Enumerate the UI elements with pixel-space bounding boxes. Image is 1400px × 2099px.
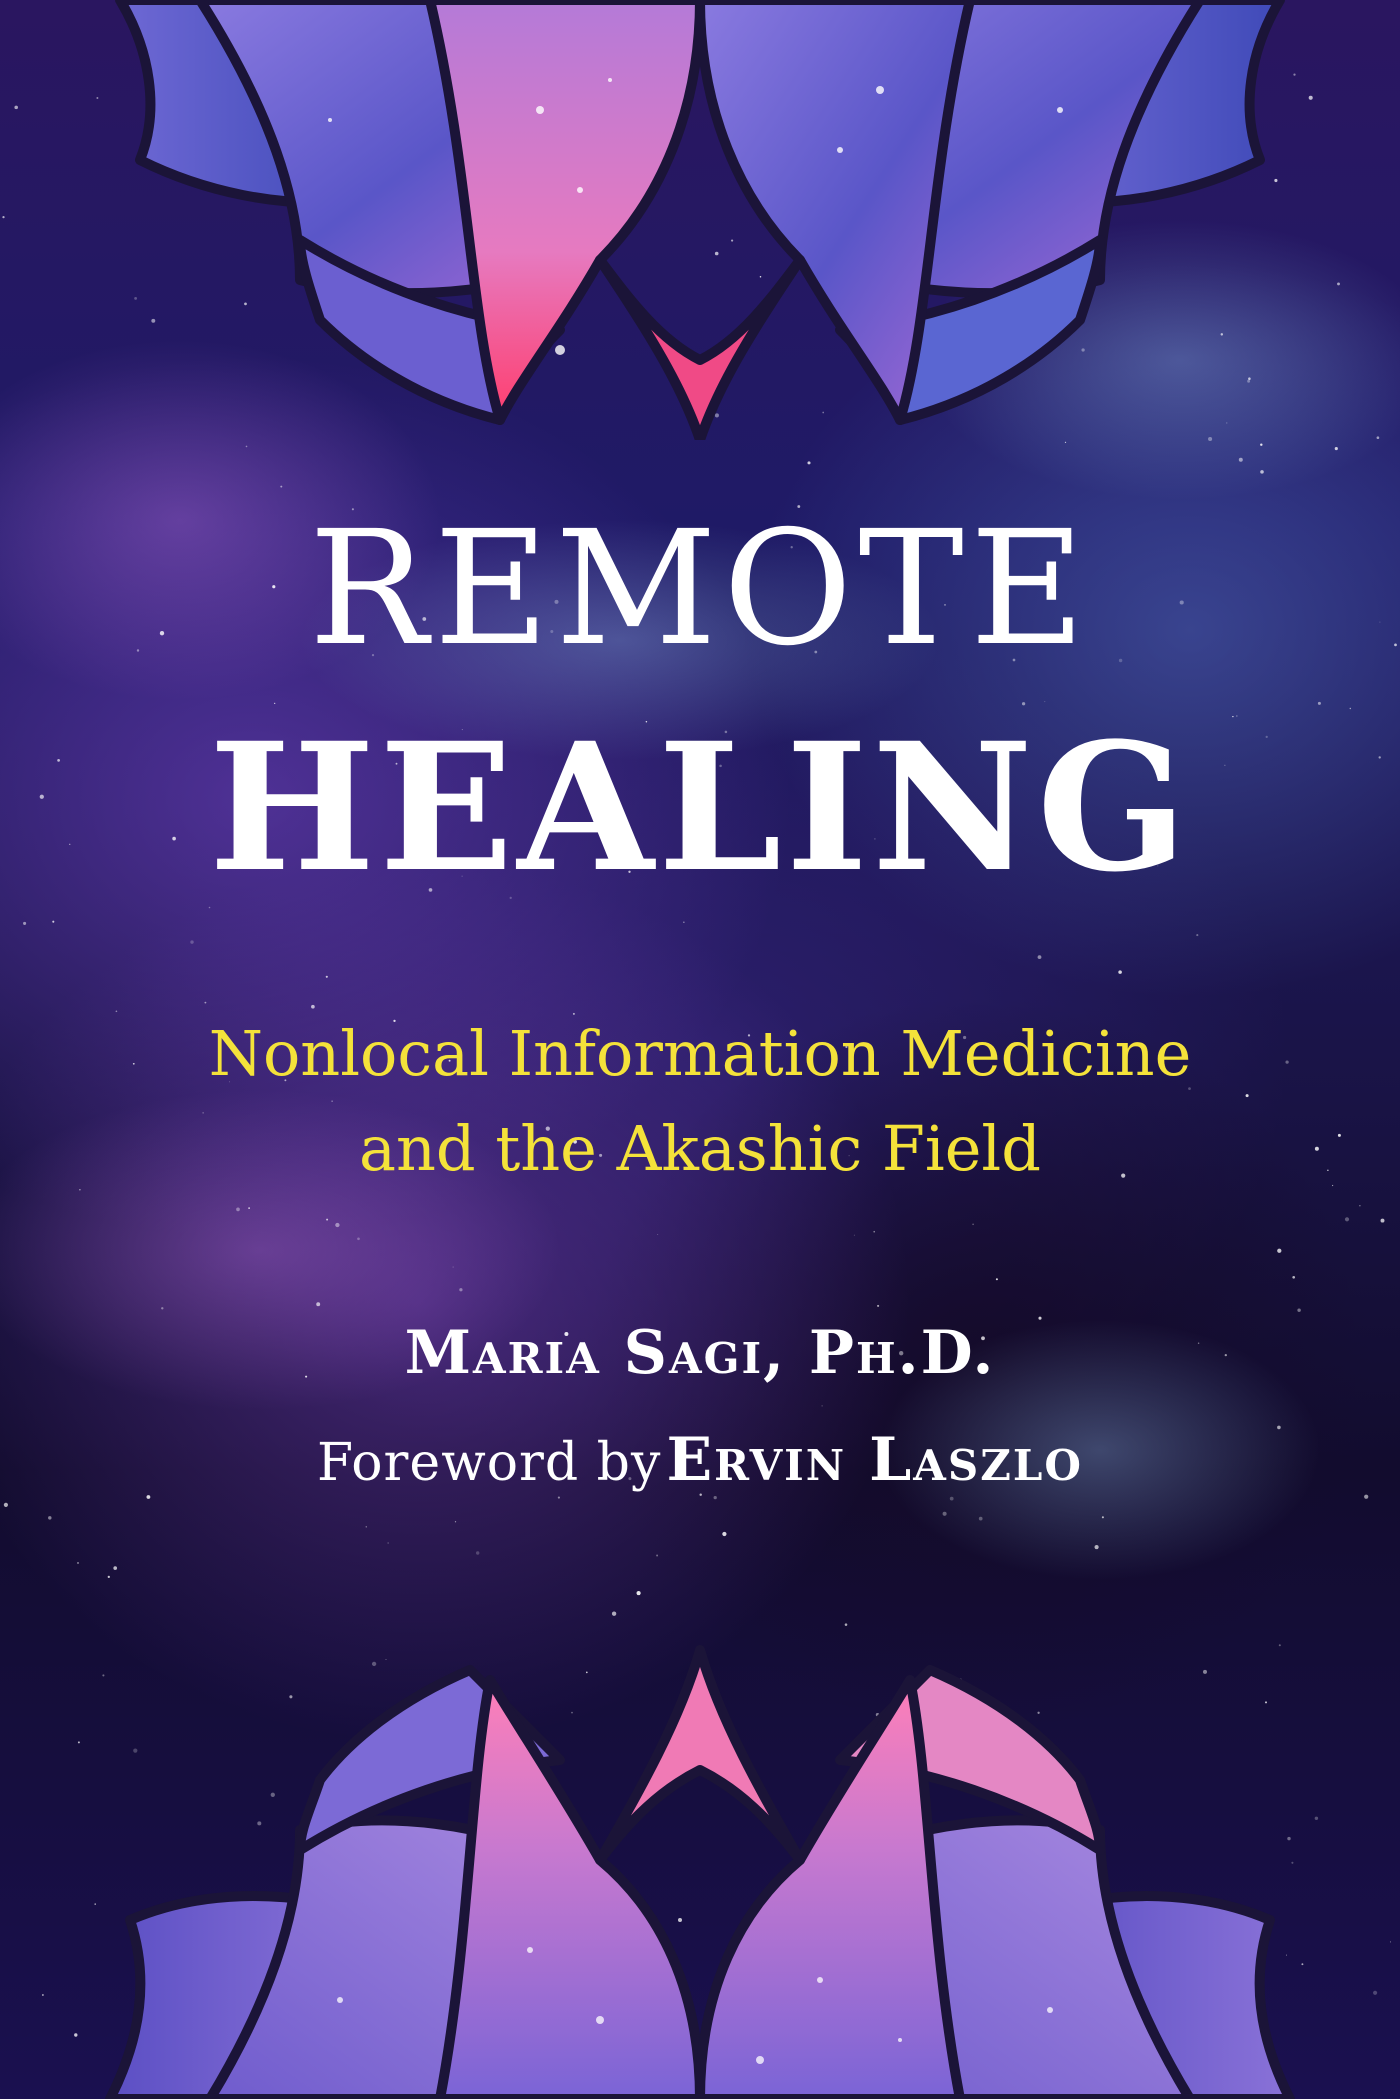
- book-cover: REMOTE HEALING Nonlocal Information Medi…: [0, 0, 1400, 2099]
- subtitle-line-2: and the Akashic Field: [359, 1112, 1041, 1185]
- foreword-author-name: Ervin Laszlo: [666, 1425, 1083, 1495]
- title-line-1: REMOTE: [308, 497, 1092, 681]
- subtitle-line-1: Nonlocal Information Medicine: [208, 1017, 1192, 1090]
- title-line-2: HEALING: [208, 704, 1192, 911]
- bottom-lotus-icon: [105, 1645, 1295, 2099]
- top-lotus-icon: [115, 0, 1285, 440]
- foreword-credit: Foreword by Ervin Laszlo: [0, 1425, 1400, 1495]
- author-name: Maria Sagi, Ph.D.: [404, 1318, 996, 1388]
- foreword-lead: Foreword by: [317, 1433, 662, 1493]
